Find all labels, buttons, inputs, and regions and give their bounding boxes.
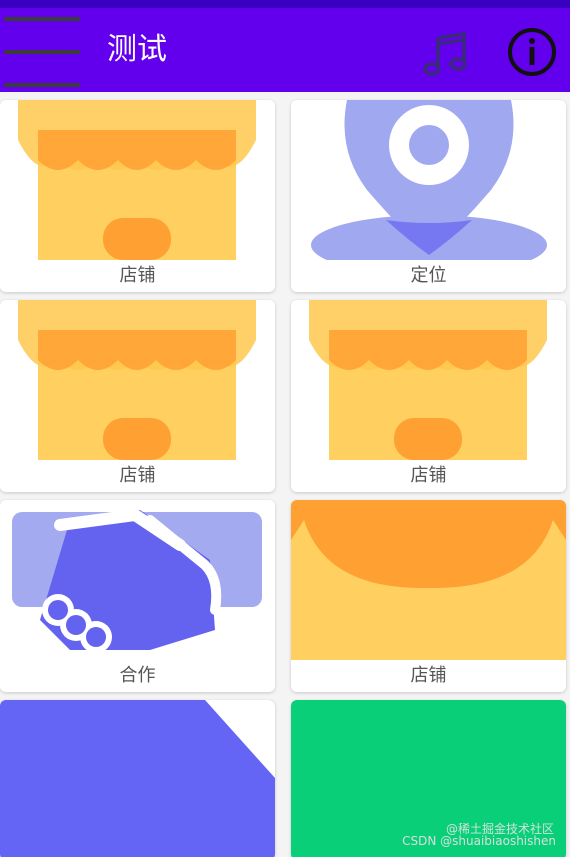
card-label: 合作: [119, 665, 156, 686]
card-location[interactable]: 定位: [291, 100, 566, 292]
music-button[interactable]: [420, 30, 470, 80]
storefront-icon: [0, 100, 275, 260]
handshake-icon: [0, 500, 275, 660]
hamburger-menu-icon-bottom: [4, 83, 80, 87]
card-label: 店铺: [410, 465, 447, 486]
card-blue-tile[interactable]: [0, 700, 275, 857]
page-title: 测试: [107, 32, 167, 67]
app-screen: 测试 店铺 定位 店铺 店铺 合作 店铺 @稀土掘金技术社区 CSDN @shu…: [0, 0, 570, 857]
app-toolbar: 测试: [0, 8, 570, 92]
status-strip: [0, 0, 570, 8]
card-store-3[interactable]: 店铺: [291, 300, 566, 492]
menu-button[interactable]: [0, 16, 84, 92]
info-button[interactable]: [506, 26, 558, 78]
card-store-2[interactable]: 店铺: [0, 300, 275, 492]
card-label: 店铺: [410, 665, 447, 686]
location-pin-icon: [291, 100, 566, 260]
storefront-icon: [0, 300, 275, 460]
storefront-icon: [291, 500, 566, 660]
card-label: 店铺: [119, 465, 156, 486]
hamburger-menu-icon-middle: [4, 50, 80, 54]
music-note-icon: [423, 31, 467, 76]
card-cooperation[interactable]: 合作: [0, 500, 275, 692]
watermark-csdn: CSDN @shuaibiaoshishen: [402, 834, 556, 848]
info-circle-icon: [508, 28, 556, 76]
card-label: 店铺: [119, 265, 156, 286]
card-label: 定位: [410, 265, 447, 286]
hamburger-menu-icon: [4, 17, 80, 21]
card-store-4[interactable]: 店铺: [291, 500, 566, 692]
card-store-1[interactable]: 店铺: [0, 100, 275, 292]
blue-tile: [0, 700, 275, 857]
storefront-icon: [291, 300, 566, 460]
